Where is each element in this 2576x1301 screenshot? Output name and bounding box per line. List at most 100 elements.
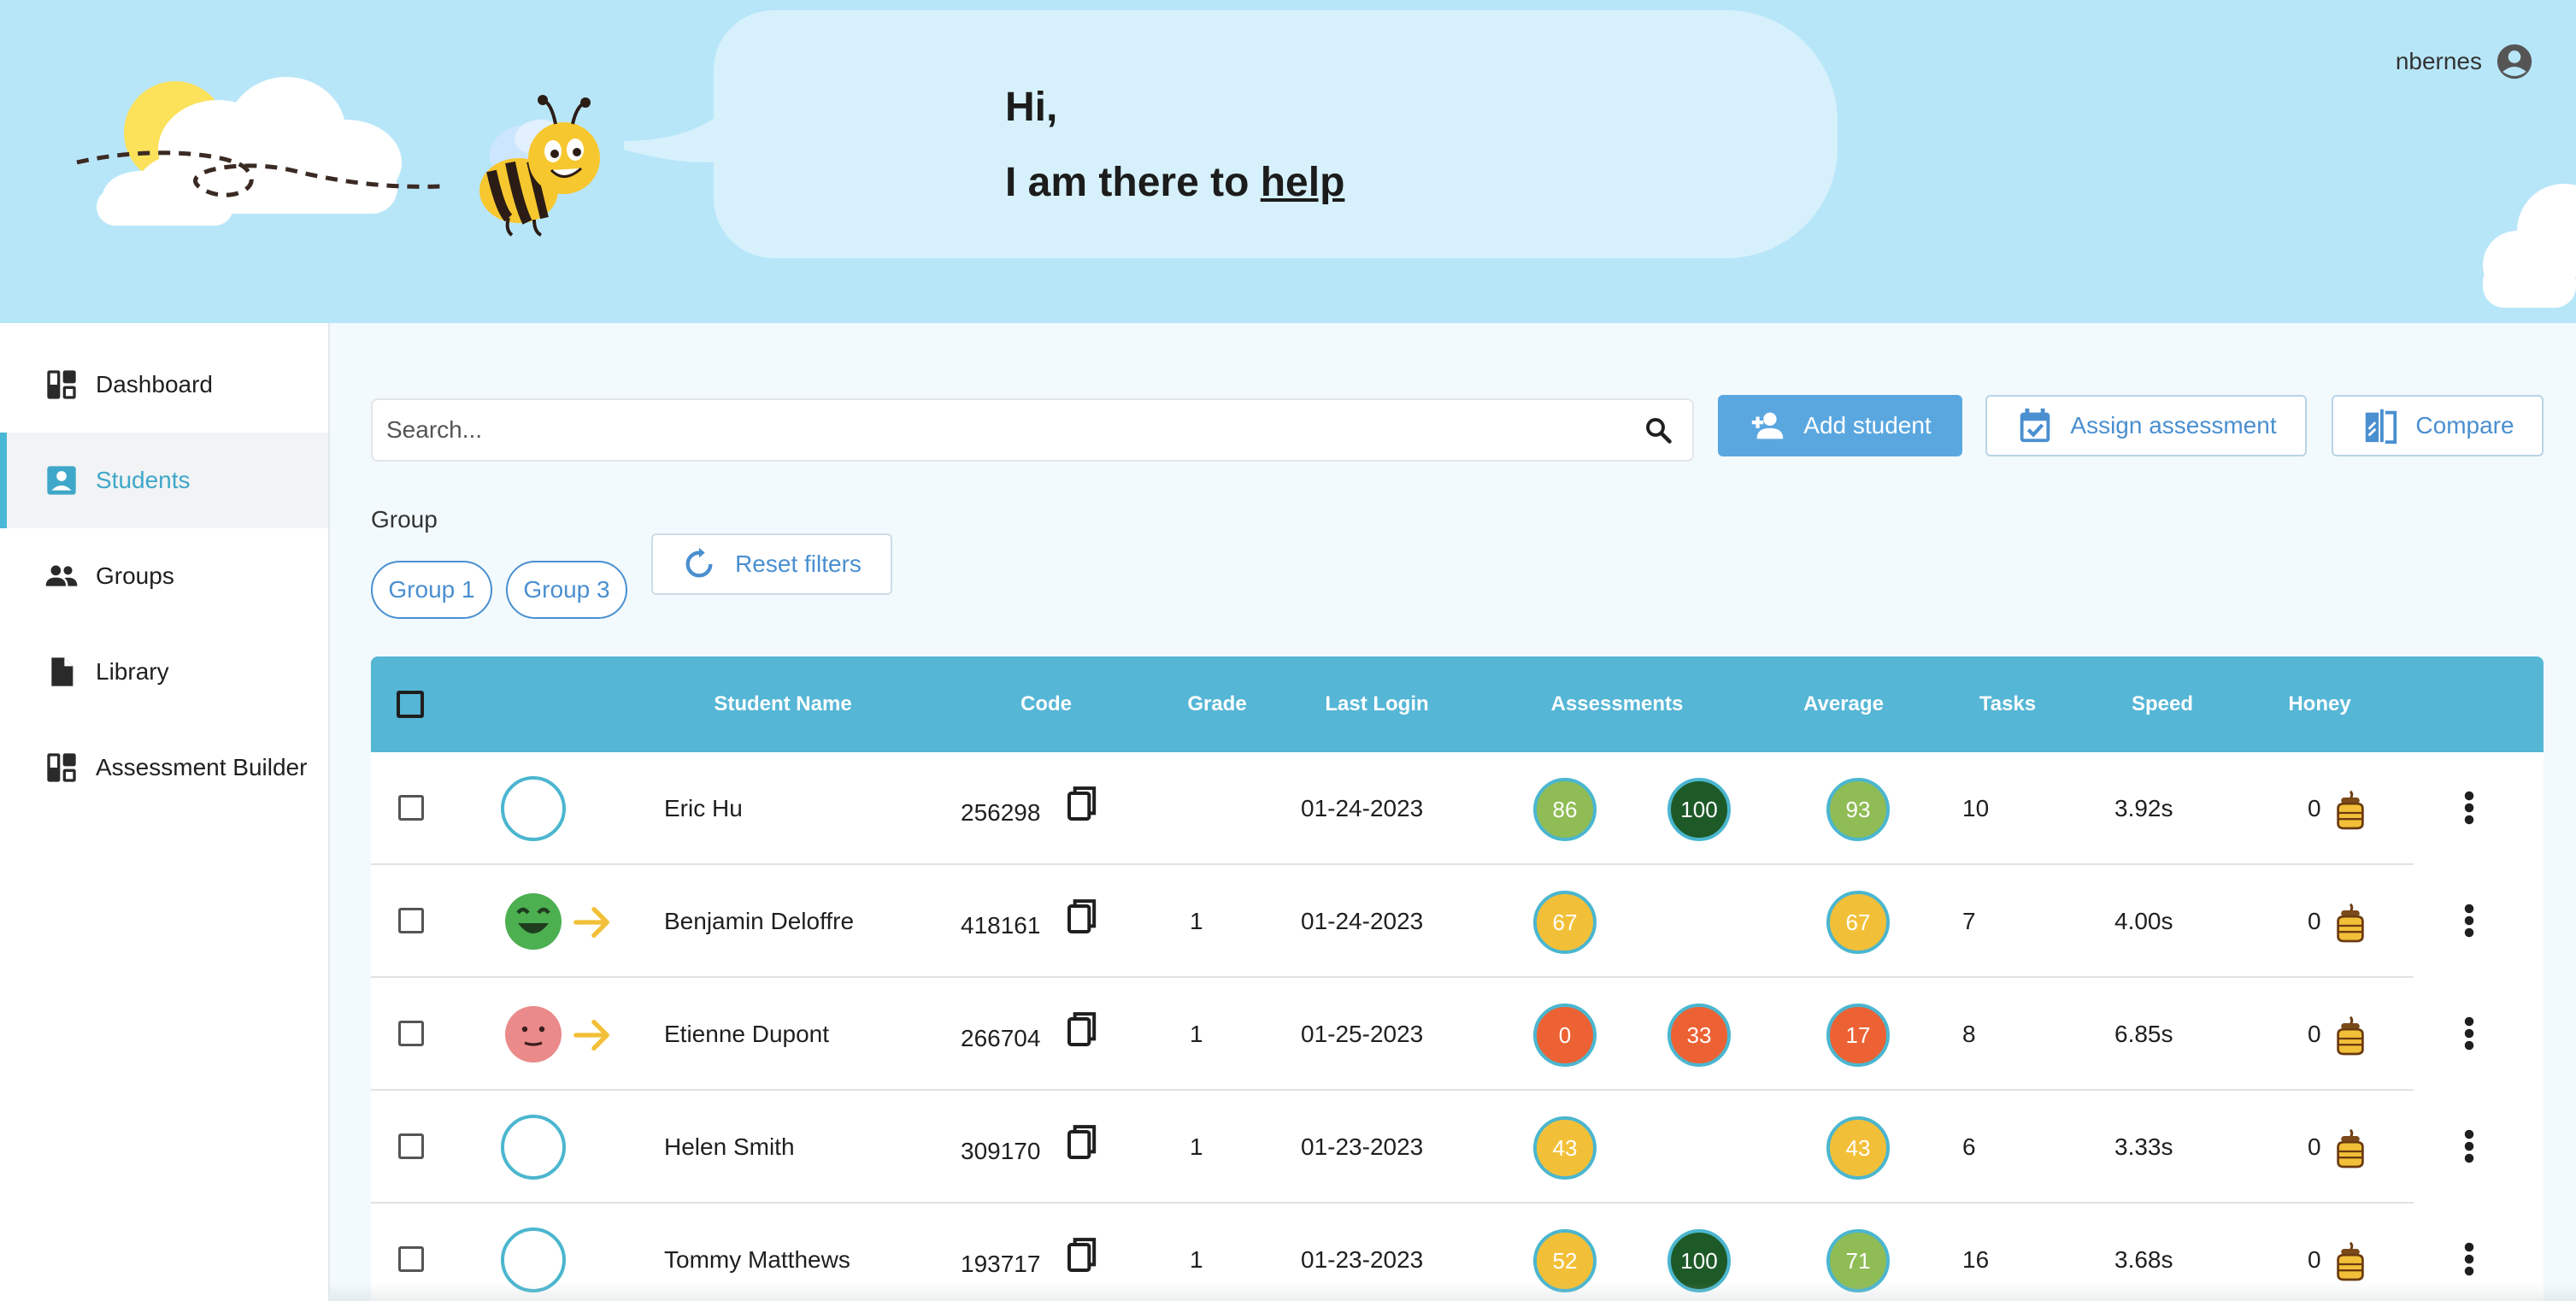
honey-count: 0 [2308,908,2321,934]
sidebar-item-library[interactable]: Library [0,624,328,720]
add-student-label: Add student [1803,412,1932,439]
search-icon[interactable] [1643,415,1673,445]
assessment-score-badge[interactable]: 43 [1533,1116,1597,1180]
table-row[interactable]: Benjamin Deloffre 418161 1 01-24-2023 67 67 7 4… [371,865,2544,978]
copy-icon[interactable] [1065,785,1099,826]
column-header-average[interactable]: Average [1803,656,1884,752]
student-name[interactable]: Benjamin Deloffre [664,865,854,978]
sidebar-item-students[interactable]: Students [0,433,328,528]
column-header-code[interactable]: Code [1020,656,1072,752]
student-grade: 1 [1190,908,1203,934]
search-input[interactable] [386,416,1643,444]
tasks-count: 6 [1962,1133,1976,1160]
calendar-check-icon [2020,408,2050,443]
honey-pot-icon [2335,903,2366,943]
table-row[interactable]: Eric Hu 256298 01-24-2023 86 100 93 10 3.92s 0 [371,752,2544,865]
row-checkbox[interactable] [398,1133,424,1159]
more-options-icon[interactable] [2463,1015,2475,1053]
column-header-speed[interactable]: Speed [2132,656,2193,752]
copy-icon[interactable] [1065,1236,1099,1277]
tasks-count: 10 [1962,795,1990,821]
student-code: 266704 [961,1025,1041,1051]
tasks-count: 8 [1962,1021,1976,1047]
account-icon [2497,44,2532,79]
select-all-checkbox[interactable] [397,691,424,718]
assessment-score-badge[interactable]: 100 [1667,778,1731,841]
sidebar-item-groups[interactable]: Groups [0,528,328,624]
copy-icon[interactable] [1065,898,1099,939]
happy-face-icon [504,892,562,951]
speed-value: 4.00s [2114,908,2173,934]
add-student-button[interactable]: Add student [1718,395,1962,456]
assessment-score-badge[interactable]: 67 [1533,891,1597,954]
username: nbernes [2395,48,2482,74]
group-chip-1[interactable]: Group 1 [371,561,492,619]
assessment-score-badge[interactable]: 33 [1667,1004,1731,1067]
copy-icon[interactable] [1065,1123,1099,1164]
honey-count: 0 [2308,795,2321,821]
more-options-icon[interactable] [2463,903,2475,940]
cloud-right-illustration [2483,184,2576,308]
arrow-right-icon [573,1015,612,1053]
avatar [501,1115,566,1180]
assessment-score-badge[interactable]: 0 [1533,1004,1597,1067]
compare-label: Compare [2415,412,2514,439]
group-filter-label: Group [371,506,438,533]
average-score-badge: 93 [1826,778,1890,841]
last-login: 01-25-2023 [1301,1021,1424,1047]
assign-assessment-button[interactable]: Assign assessment [1985,395,2307,456]
row-checkbox[interactable] [398,795,424,821]
reset-filters-button[interactable]: Reset filters [651,533,892,595]
average-score-badge: 17 [1826,1004,1890,1067]
tasks-count: 7 [1962,908,1976,934]
row-checkbox[interactable] [398,908,424,933]
more-options-icon[interactable] [2463,1128,2475,1166]
student-name[interactable]: Eric Hu [664,752,743,865]
sidebar-item-label: Groups [96,562,174,589]
row-checkbox[interactable] [398,1021,424,1046]
column-header-assessments[interactable]: Assessments [1551,656,1684,752]
student-name[interactable]: Helen Smith [664,1091,795,1204]
group-chip-3[interactable]: Group 3 [506,561,627,619]
average-score-badge: 43 [1826,1116,1890,1180]
column-header-grade[interactable]: Grade [1187,656,1246,752]
dashboard-icon [47,370,76,399]
students-table: Student Name Code Grade Last Login Asses… [371,656,2544,1301]
student-code: 418161 [961,912,1041,939]
assessment-score-badge[interactable]: 86 [1533,778,1597,841]
header-banner: Hi, I am there to help nbernes [0,0,2576,323]
last-login: 01-23-2023 [1301,1133,1424,1160]
table-row[interactable]: Etienne Dupont 266704 1 01-25-2023 0 33 17 8 6.8… [371,978,2544,1091]
user-menu[interactable]: nbernes [2396,43,2533,80]
avatar [501,776,566,841]
sidebar: Dashboard Students Groups Library Assess… [0,323,330,1301]
table-row[interactable]: Helen Smith 309170 1 01-23-2023 43 43 6 3.33s 0 [371,1091,2544,1204]
student-name[interactable]: Etienne Dupont [664,978,829,1091]
search-box [371,398,1694,462]
sidebar-item-assessment-builder[interactable]: Assessment Builder [0,720,328,815]
builder-icon [47,753,76,782]
greeting-text: I am there to [1005,160,1261,205]
copy-icon[interactable] [1065,1010,1099,1051]
row-checkbox[interactable] [398,1246,424,1272]
honey-pot-icon [2335,1241,2366,1281]
groups-icon [45,565,78,586]
last-login: 01-24-2023 [1301,908,1424,934]
sidebar-item-dashboard[interactable]: Dashboard [0,337,328,433]
sidebar-item-label: Dashboard [96,371,213,397]
speed-value: 6.85s [2114,1021,2173,1047]
more-options-icon[interactable] [2463,1241,2475,1279]
more-options-icon[interactable] [2463,790,2475,827]
greeting-line-2: I am there to help [1005,159,1344,206]
compare-button[interactable]: Compare [2332,395,2544,456]
column-header-last-login[interactable]: Last Login [1325,656,1428,752]
speech-bubble [714,10,1838,258]
arrow-right-icon [573,903,612,940]
student-grade: 1 [1190,1021,1203,1047]
column-header-honey[interactable]: Honey [2288,656,2350,752]
flight-path-illustration [76,150,441,197]
help-link[interactable]: help [1261,160,1345,205]
assign-assessment-label: Assign assessment [2070,412,2277,439]
column-header-name[interactable]: Student Name [714,656,851,752]
column-header-tasks[interactable]: Tasks [1979,656,2036,752]
